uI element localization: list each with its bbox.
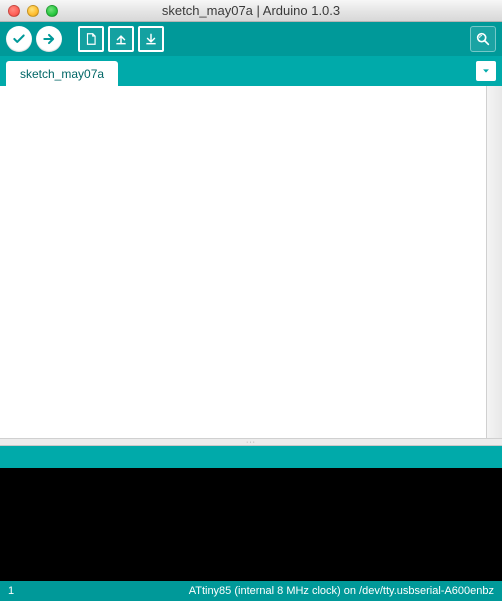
line-number: 1 xyxy=(8,585,38,597)
file-icon xyxy=(84,32,98,46)
tab-sketch[interactable]: sketch_may07a xyxy=(6,61,118,86)
arrow-down-icon xyxy=(144,32,158,46)
board-info: ATtiny85 (internal 8 MHz clock) on /dev/… xyxy=(38,585,494,597)
verify-button[interactable] xyxy=(6,26,32,52)
editor-area xyxy=(0,86,502,438)
open-button[interactable] xyxy=(108,26,134,52)
tabbar: sketch_may07a xyxy=(0,56,502,86)
minimize-button[interactable] xyxy=(27,5,39,17)
tab-menu-button[interactable] xyxy=(476,61,496,81)
new-button[interactable] xyxy=(78,26,104,52)
window-controls xyxy=(0,5,58,17)
code-editor[interactable] xyxy=(0,86,486,438)
upload-button[interactable] xyxy=(36,26,62,52)
titlebar: sketch_may07a | Arduino 1.0.3 xyxy=(0,0,502,22)
footer: 1 ATtiny85 (internal 8 MHz clock) on /de… xyxy=(0,581,502,601)
magnifier-icon xyxy=(475,31,491,47)
window-title: sketch_may07a | Arduino 1.0.3 xyxy=(0,3,502,18)
check-icon xyxy=(12,32,26,46)
toolbar xyxy=(0,22,502,56)
toolbar-group-left xyxy=(6,26,62,52)
toolbar-group-file xyxy=(78,26,164,52)
close-button[interactable] xyxy=(8,5,20,17)
split-divider[interactable]: ··· xyxy=(0,438,502,446)
serial-monitor-button[interactable] xyxy=(470,26,496,52)
save-button[interactable] xyxy=(138,26,164,52)
console-output[interactable] xyxy=(0,468,502,581)
zoom-button[interactable] xyxy=(46,5,58,17)
editor-scrollbar[interactable] xyxy=(486,86,502,438)
arrow-right-icon xyxy=(42,32,56,46)
chevron-down-icon xyxy=(481,66,491,76)
status-bar xyxy=(0,446,502,468)
arrow-up-icon xyxy=(114,32,128,46)
